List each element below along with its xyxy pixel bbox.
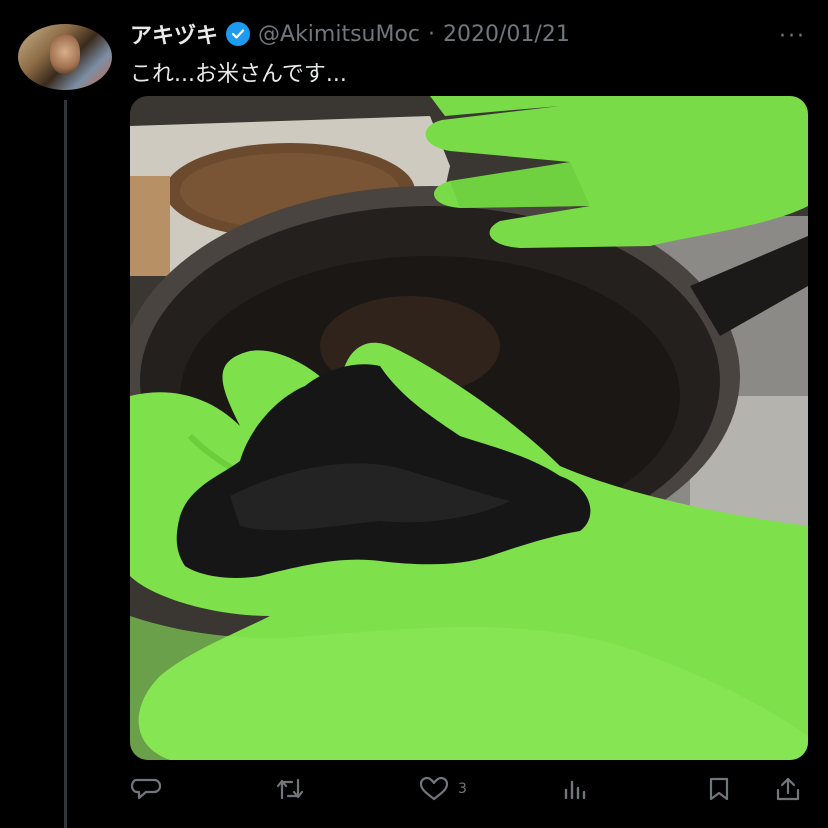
thread-line [64,100,67,828]
views-icon [564,780,586,800]
tweet-text: これ...お米さんです... [130,62,347,87]
reply-icon [130,778,162,800]
like-icon [419,776,449,801]
verified-badge-icon [226,22,251,46]
tweet-actions: 3 [130,774,808,804]
views-button[interactable] [562,774,590,804]
user-handle[interactable]: @AkimitsuMoc [258,22,420,47]
display-name[interactable]: アキヅキ [130,18,218,50]
avatar[interactable] [18,24,112,90]
tweet-date[interactable]: 2020/01/21 [443,22,570,47]
reply-button[interactable] [130,774,162,804]
share-icon [776,777,800,801]
like-count: 3 [458,781,467,797]
bookmark-button[interactable] [706,774,732,804]
header-separator: · [428,21,436,47]
like-button[interactable]: 3 [418,774,467,804]
tweet-photo[interactable] [130,96,808,760]
retweet-button[interactable] [274,774,306,804]
avatar-face [50,34,80,74]
share-button[interactable] [774,774,802,804]
tweet-header: アキヅキ @AkimitsuMoc · 2020/01/21 [130,18,570,50]
bookmark-icon [709,777,729,801]
retweet-icon [276,778,304,800]
more-icon[interactable]: ··· [779,24,806,49]
